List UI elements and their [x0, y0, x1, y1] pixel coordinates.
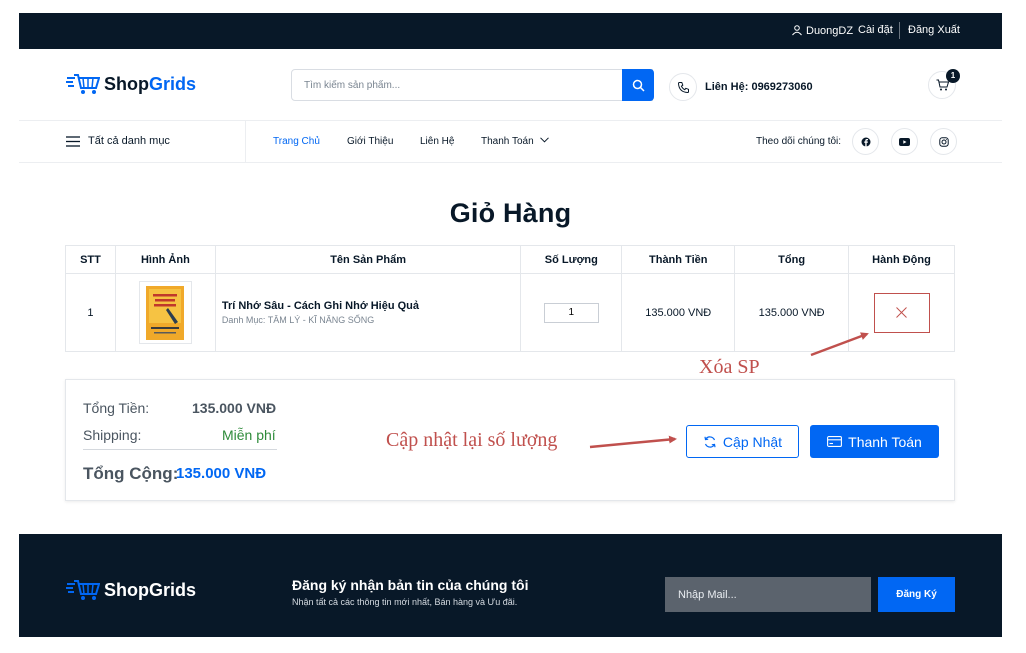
nav-about[interactable]: Giới Thiệu — [347, 136, 393, 147]
product-thumbnail[interactable] — [138, 281, 192, 344]
subtotal-label: Tổng Tiền: — [83, 400, 150, 416]
search-box — [291, 69, 654, 101]
cart-summary: Tổng Tiền: 135.000 VNĐ Shipping: Miễn ph… — [65, 379, 955, 501]
all-categories-toggle[interactable]: Tất cả danh mục — [66, 135, 170, 147]
newsletter-title: Đăng ký nhận bản tin của chúng tôi — [292, 577, 529, 593]
nav-home[interactable]: Trang Chủ — [273, 136, 320, 147]
settings-link[interactable]: Cài đặt — [858, 24, 893, 36]
youtube-link[interactable] — [891, 128, 918, 155]
search-icon — [632, 79, 645, 92]
row-stt: 1 — [65, 273, 116, 352]
cart-count-badge: 1 — [946, 69, 960, 83]
header: ShopGrids Liên Hệ: 0969273060 1 — [19, 49, 1002, 121]
table-row: 1 Trí Nhớ Sâu - Cách Ghi Nhớ Hiệu Quả Da… — [65, 273, 955, 352]
cart-icon — [936, 79, 949, 91]
cart-button[interactable]: 1 — [928, 69, 960, 99]
grand-total-value: 135.000 VNĐ — [176, 465, 267, 482]
book-cover-image — [146, 285, 185, 340]
main-nav: Tất cả danh mục Trang Chủ Giới Thiệu Liê… — [19, 120, 1002, 163]
col-header-quantity: Số Lượng — [520, 245, 623, 274]
logout-link[interactable]: Đăng Xuất — [908, 24, 960, 36]
top-bar: DuongDZ Cài đặt Đăng Xuất — [19, 13, 1002, 49]
nav-contact[interactable]: Liên Hệ — [420, 136, 454, 147]
header-logo[interactable]: ShopGrids — [66, 72, 196, 96]
contact-phone: Liên Hệ: 0969273060 — [705, 81, 813, 93]
contact-info: Liên Hệ: 0969273060 — [669, 73, 813, 101]
facebook-link[interactable] — [852, 128, 879, 155]
update-cart-label: Cập Nhật — [722, 433, 783, 450]
cart-table: STT Hình Ảnh Tên Sản Phẩm Số Lượng Thành… — [65, 245, 955, 352]
facebook-icon — [861, 137, 870, 146]
product-category: Danh Mục: TÂM LÝ - KĨ NĂNG SỐNG — [221, 315, 375, 325]
col-header-image: Hình Ảnh — [114, 245, 216, 274]
refresh-icon — [704, 435, 716, 448]
nav-checkout[interactable]: Thanh Toán — [481, 136, 550, 147]
phone-icon-wrap — [669, 73, 697, 101]
shopping-cart-logo-icon — [66, 74, 100, 94]
chevron-down-icon — [540, 137, 550, 143]
hamburger-menu-icon — [66, 135, 80, 147]
nav-divider — [245, 121, 246, 163]
all-categories-label: Tất cả danh mục — [88, 135, 170, 147]
table-header-row: STT Hình Ảnh Tên Sản Phẩm Số Lượng Thành… — [65, 245, 955, 274]
topbar-divider — [899, 22, 900, 39]
instagram-link[interactable] — [930, 128, 957, 155]
col-header-name: Tên Sản Phẩm — [214, 245, 522, 274]
credit-card-icon — [827, 436, 843, 447]
row-name-cell: Trí Nhớ Sâu - Cách Ghi Nhớ Hiệu Quả Danh… — [214, 273, 522, 352]
annotation-delete-note: Xóa SP — [699, 356, 760, 378]
quantity-input[interactable] — [543, 302, 599, 323]
page-title: Giỏ Hàng — [449, 198, 572, 228]
page-frame: DuongDZ Cài đặt Đăng Xuất ShopGrids Tìm … — [19, 13, 1002, 637]
footer-logo[interactable]: ShopGrids — [66, 578, 196, 602]
search-input[interactable] — [292, 70, 622, 100]
follow-us-label: Theo dõi chúng tôi: — [756, 136, 842, 147]
checkout-label: Thanh Toán — [848, 433, 922, 450]
shopping-cart-logo-icon — [66, 580, 100, 600]
checkout-button[interactable]: Thanh Toán — [810, 425, 939, 458]
youtube-icon — [899, 137, 910, 146]
subscribe-button[interactable]: Đăng Ký — [878, 577, 955, 612]
subtotal-value: 135.000 VNĐ — [192, 400, 277, 416]
shipping-value: Miễn phí — [222, 427, 276, 443]
shipping-label: Shipping: — [83, 427, 142, 443]
summary-divider — [83, 449, 277, 450]
close-icon — [896, 307, 907, 318]
col-header-unit-price: Thành Tiền — [621, 245, 736, 274]
col-header-total: Tổng — [734, 245, 850, 274]
row-total: 135.000 VNĐ — [734, 273, 850, 352]
brand-name: ShopGrids — [104, 73, 197, 94]
product-name[interactable]: Trí Nhớ Sâu - Cách Ghi Nhớ Hiệu Quả — [222, 300, 521, 312]
newsletter-description: Nhận tất cả các thông tin mới nhất, Bán … — [292, 597, 518, 607]
row-image-cell — [114, 273, 216, 352]
username: DuongDZ — [806, 25, 854, 37]
remove-item-button[interactable] — [873, 292, 930, 333]
col-header-stt: STT — [65, 245, 116, 274]
grand-total-label: Tổng Cộng: — [83, 464, 179, 483]
col-header-action: Hành Động — [848, 245, 955, 274]
row-action-cell — [848, 273, 955, 352]
update-cart-button[interactable]: Cập Nhật — [686, 425, 799, 458]
user-account-link[interactable]: DuongDZ — [791, 24, 853, 37]
user-icon — [792, 25, 802, 36]
instagram-icon — [938, 136, 949, 147]
row-unit-price: 135.000 VNĐ — [621, 273, 736, 352]
row-quantity-cell — [520, 273, 623, 352]
search-button[interactable] — [622, 69, 654, 101]
footer-brand-name: ShopGrids — [104, 579, 197, 600]
newsletter-email-input[interactable] — [665, 577, 871, 612]
phone-icon — [677, 81, 689, 93]
annotation-update-note: Cập nhật lại số lượng — [386, 429, 558, 451]
footer: ShopGrids Đăng ký nhận bản tin của chúng… — [19, 534, 1002, 637]
